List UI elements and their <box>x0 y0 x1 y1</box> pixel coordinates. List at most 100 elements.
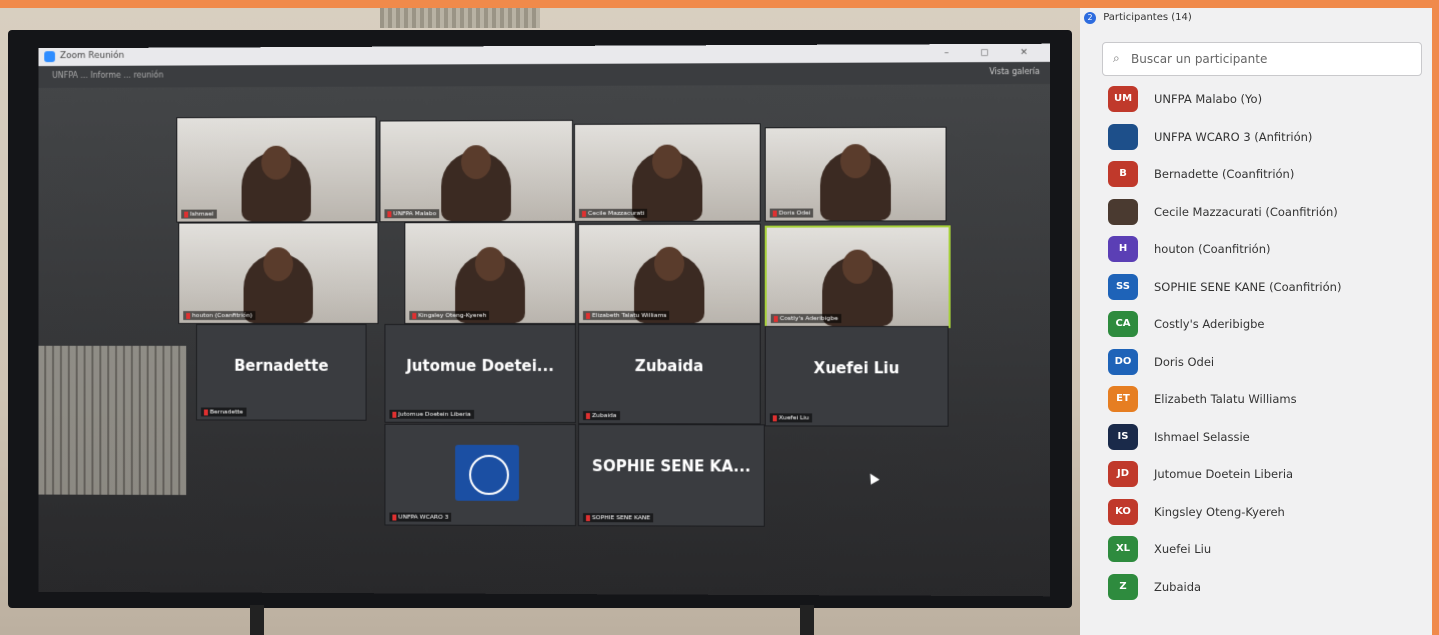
tile-display-name: Xuefei Liu <box>813 359 900 378</box>
tile-6[interactable]: Kingsley Oteng-Kyereh <box>404 221 577 325</box>
participant-video <box>441 145 512 222</box>
participant-row[interactable]: UNFPA WCARO 3 (Anfitrión) <box>1104 120 1424 158</box>
muted-mic-icon <box>412 312 417 319</box>
zoom-window: Zoom Reunión – ▢ ✕ UNFPA ... Informe ...… <box>38 43 1051 597</box>
panel-header: 2 Participantes (14) <box>1084 12 1192 24</box>
tile-name-label: UNFPA WCARO 3 <box>389 512 452 522</box>
participant-head <box>842 249 873 284</box>
tile-display-name: SOPHIE SENE KA... <box>592 457 751 476</box>
participant-name: Doris Odei <box>1154 354 1215 369</box>
participant-name: Cecile Mazzacurati (Coanfitrión) <box>1154 204 1338 219</box>
participant-name: Zubaida <box>1154 579 1202 594</box>
panel-badge: 2 <box>1084 12 1096 24</box>
muted-mic-icon <box>392 514 397 521</box>
participant-row[interactable]: CA Costly's Aderibigbe <box>1104 307 1424 345</box>
tile-9[interactable]: Bernadette Bernadette <box>196 323 367 421</box>
tile-name-label: Xuefei Liu <box>769 413 812 423</box>
participant-name: UNFPA Malabo (Yo) <box>1154 92 1263 106</box>
participant-video <box>241 145 311 222</box>
avatar: CA <box>1108 311 1138 337</box>
tile-display-name: Bernadette <box>234 356 329 375</box>
muted-mic-icon <box>772 210 777 217</box>
muted-mic-icon <box>586 412 591 419</box>
panel-title: Participantes (14) <box>1103 12 1192 23</box>
tile-4[interactable]: Doris Odei <box>764 126 947 222</box>
participant-head <box>652 144 683 179</box>
tile-name-label: Elizabeth Talatu Williams <box>583 310 670 320</box>
tile-5[interactable]: houton (Coanfitrión) <box>178 222 379 324</box>
participant-row[interactable]: IS Ishmael Selassie <box>1104 420 1424 458</box>
participant-name: houton (Coanfitrión) <box>1154 242 1271 256</box>
participant-row[interactable]: DO Doris Odei <box>1104 345 1424 383</box>
muted-mic-icon <box>586 312 591 319</box>
muted-mic-icon <box>773 315 778 322</box>
participant-row[interactable]: Hhouton (Coanfitrión) <box>1104 232 1424 270</box>
participant-row[interactable]: SS SOPHIE SENE KANE (Coanfitrión) <box>1104 270 1424 308</box>
muted-mic-icon <box>203 409 208 415</box>
participant-row[interactable]: KO Kingsley Oteng-Kyereh <box>1104 495 1424 533</box>
tile-2[interactable]: UNFPA Malabo <box>379 119 574 223</box>
participant-row[interactable]: UM UNFPA Malabo (Yo) <box>1104 82 1424 120</box>
tile-name-label: houton (Coanfitrión) <box>183 311 256 320</box>
window-reflection <box>38 345 187 495</box>
tile-10[interactable]: Jutomue Doetei... Jutomue Doetein Liberia <box>384 323 577 424</box>
muted-mic-icon <box>387 210 392 217</box>
participant-row[interactable]: B Bernadette (Coanfitrión) <box>1104 157 1424 195</box>
view-toggle[interactable]: Vista galería <box>989 67 1040 76</box>
search-icon: ⌕ <box>1113 51 1120 65</box>
participant-row[interactable]: Cecile Mazzacurati (Coanfitrión) <box>1104 195 1424 233</box>
participant-name: Bernadette (Coanfitrión) <box>1154 167 1295 181</box>
muted-mic-icon <box>586 514 591 521</box>
tile-name-label: UNFPA Malabo <box>384 209 440 219</box>
avatar <box>1108 123 1138 150</box>
participant-search-input[interactable]: ⌕ Buscar un participante <box>1102 42 1422 76</box>
avatar: KO <box>1108 498 1138 525</box>
avatar: XL <box>1108 536 1138 562</box>
tile-13[interactable]: UNFPA WCARO 3 <box>384 423 577 527</box>
muted-mic-icon <box>186 312 191 319</box>
tv-monitor: Zoom Reunión – ▢ ✕ UNFPA ... Informe ...… <box>8 30 1072 608</box>
participants-panel: 2 Participantes (14) ⌕ Buscar un partici… <box>1080 8 1432 635</box>
tile-14[interactable]: SOPHIE SENE KA... SOPHIE SENE KANE <box>578 424 765 527</box>
meeting-subtitle: UNFPA ... Informe ... reunión <box>52 70 164 80</box>
tile-1[interactable]: Ishmael <box>176 116 377 223</box>
participant-head <box>654 246 685 281</box>
participant-name: Kingsley Oteng-Kyereh <box>1154 504 1285 519</box>
avatar: UM <box>1108 86 1138 112</box>
tv-stand-left <box>250 605 264 635</box>
un-logo-icon <box>455 444 520 501</box>
search-placeholder: Buscar un participante <box>1131 52 1268 66</box>
window-controls[interactable]: – ▢ ✕ <box>944 48 1042 58</box>
participant-row[interactable]: XL Xuefei Liu <box>1104 532 1424 570</box>
participant-name: Jutomue Doetein Liberia <box>1154 467 1294 481</box>
avatar: H <box>1108 236 1138 262</box>
participant-list: UM UNFPA Malabo (Yo) UNFPA WCARO 3 (Anfitr… <box>1104 82 1424 607</box>
tile-7[interactable]: Elizabeth Talatu Williams <box>578 223 761 325</box>
avatar: JD <box>1108 461 1138 487</box>
participant-head <box>461 145 492 180</box>
tile-12[interactable]: Xuefei Liu Xuefei Liu <box>764 326 949 427</box>
participant-name: Elizabeth Talatu Williams <box>1154 392 1297 406</box>
participant-row[interactable]: JD Jutomue Doetein Liberia <box>1104 457 1424 495</box>
tile-display-name: Zubaida <box>634 357 704 376</box>
tile-name-label: Bernadette <box>201 407 247 417</box>
avatar: B <box>1108 161 1138 187</box>
ceiling-vent <box>380 8 540 28</box>
avatar: SS <box>1108 273 1138 300</box>
tile-name-label: SOPHIE SENE KANE <box>583 513 654 523</box>
tile-name-label: Costly's Aderibigbe <box>770 313 842 324</box>
avatar: DO <box>1108 348 1138 375</box>
zoom-icon <box>44 51 56 63</box>
tile-name-label: Ishmael <box>181 209 217 219</box>
tile-name-label: Jutomue Doetein Liberia <box>389 409 474 419</box>
participant-video <box>820 144 891 221</box>
muted-mic-icon <box>582 210 587 217</box>
participant-row[interactable]: Z Zubaida <box>1104 570 1424 608</box>
tile-3[interactable]: Cecile Mazzacurati <box>574 123 761 222</box>
participant-row[interactable]: ET Elizabeth Talatu Williams <box>1104 382 1424 420</box>
muted-mic-icon <box>392 411 397 418</box>
tile-8[interactable]: Costly's Aderibigbe <box>764 225 951 329</box>
tv-stand-right <box>800 605 814 635</box>
tile-11[interactable]: Zubaida Zubaida <box>578 324 761 425</box>
participant-name: Xuefei Liu <box>1154 542 1212 556</box>
